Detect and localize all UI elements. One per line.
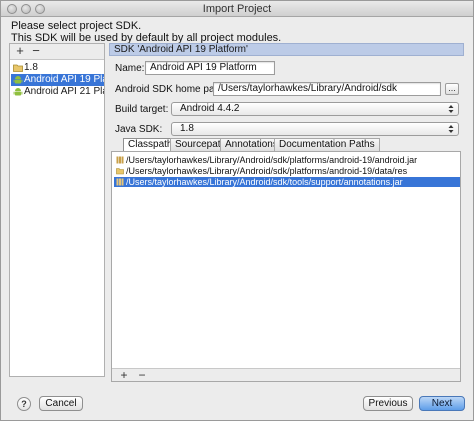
android-icon [13, 76, 23, 84]
cancel-button[interactable]: Cancel [39, 396, 83, 411]
next-button[interactable]: Next [419, 396, 465, 411]
jar-icon [116, 178, 124, 186]
name-label: Name: [115, 63, 145, 74]
folder-icon [116, 168, 124, 175]
classpath-row[interactable]: /Users/taylorhawkes/Library/Android/sdk/… [114, 166, 460, 176]
sdk-list-panel: + − 1.8 Android API 19 Platform [9, 43, 105, 377]
browse-sdk-path-button[interactable]: ... [445, 83, 459, 95]
description-line-1: Please select project SDK. [11, 20, 142, 32]
classpath-toolbar: + − [112, 368, 460, 383]
classpath-path: /Users/taylorhawkes/Library/Android/sdk/… [126, 177, 403, 187]
sdk-item-label: Android API 19 Platform [24, 74, 104, 85]
sdk-item-label: 1.8 [24, 62, 38, 73]
select-arrows-icon [448, 105, 454, 113]
sdk-item-android-api-21[interactable]: Android API 21 Platform [11, 86, 104, 98]
folder-icon [13, 64, 23, 72]
select-arrows-icon [448, 125, 454, 133]
java-sdk-select[interactable]: 1.8 [171, 122, 459, 136]
previous-button[interactable]: Previous [363, 396, 413, 411]
remove-sdk-button[interactable]: − [29, 44, 43, 59]
sdk-item-1-8[interactable]: 1.8 [11, 62, 104, 74]
sdk-home-path-field[interactable]: /Users/taylorhawkes/Library/Android/sdk [213, 82, 441, 96]
jar-icon [116, 156, 124, 164]
import-project-window: Import Project Please select project SDK… [0, 0, 474, 421]
classpath-list: /Users/taylorhawkes/Library/Android/sdk/… [111, 151, 461, 382]
java-sdk-value: 1.8 [180, 123, 194, 134]
help-button[interactable]: ? [17, 397, 31, 411]
tab-documentation-paths[interactable]: Documentation Paths [274, 138, 380, 151]
classpath-row-selected[interactable]: /Users/taylorhawkes/Library/Android/sdk/… [114, 177, 460, 187]
java-sdk-label: Java SDK: [115, 124, 163, 135]
classpath-path: /Users/taylorhawkes/Library/Android/sdk/… [126, 155, 418, 165]
classpath-path: /Users/taylorhawkes/Library/Android/sdk/… [126, 166, 408, 176]
build-target-label: Build target: [115, 104, 169, 115]
sdk-list-toolbar: + − [10, 44, 104, 60]
add-sdk-button[interactable]: + [13, 44, 27, 59]
sdk-detail-header: SDK 'Android API 19 Platform' [109, 43, 464, 56]
window-title: Import Project [202, 3, 272, 15]
classpath-row[interactable]: /Users/taylorhawkes/Library/Android/sdk/… [114, 155, 460, 165]
build-target-value: Android 4.4.2 [180, 103, 240, 114]
title-bar: Import Project [1, 1, 473, 17]
add-classpath-button[interactable]: + [117, 368, 131, 383]
name-field[interactable]: Android API 19 Platform [145, 61, 275, 75]
build-target-select[interactable]: Android 4.4.2 [171, 102, 459, 116]
remove-classpath-button[interactable]: − [135, 368, 149, 383]
sdk-item-label: Android API 21 Platform [24, 86, 104, 97]
sdk-item-android-api-19[interactable]: Android API 19 Platform [11, 74, 104, 86]
android-icon [13, 88, 23, 96]
sdk-home-path-label: Android SDK home path: [115, 84, 226, 95]
